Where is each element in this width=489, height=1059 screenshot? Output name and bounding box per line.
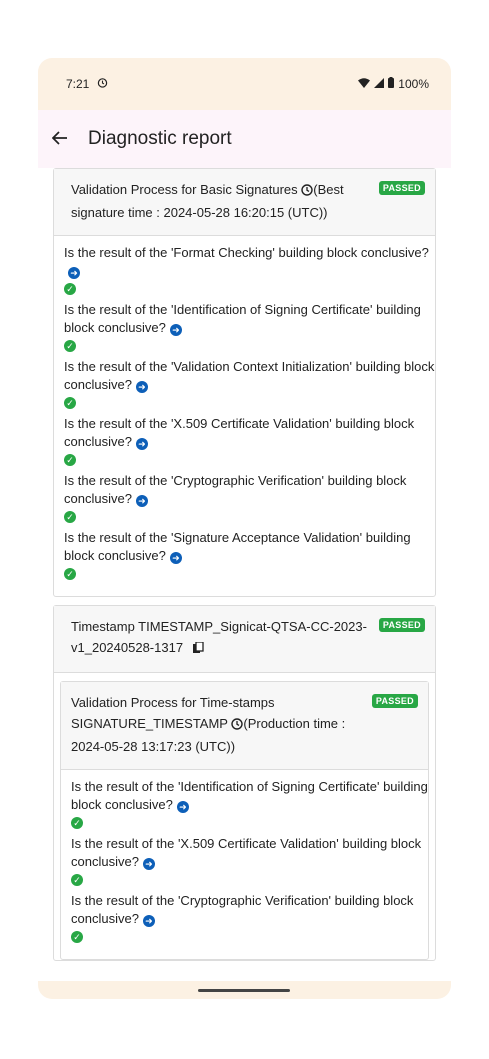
check-question: Is the result of the 'Identification of … bbox=[71, 779, 428, 812]
timestamp-card: Timestamp TIMESTAMP_Signicat-QTSA-CC-202… bbox=[53, 605, 436, 961]
battery-icon bbox=[388, 77, 395, 91]
check-item: Is the result of the 'X.509 Certificate … bbox=[64, 415, 435, 466]
copy-icon[interactable] bbox=[192, 639, 204, 660]
check-question: Is the result of the 'Cryptographic Veri… bbox=[71, 893, 414, 926]
check-circle-icon: ✓ bbox=[71, 874, 83, 886]
arrow-circle-right-icon[interactable]: ➜ bbox=[68, 267, 80, 279]
check-item: Is the result of the 'Signature Acceptan… bbox=[64, 529, 435, 580]
check-question: Is the result of the 'X.509 Certificate … bbox=[64, 416, 415, 449]
check-question: Is the result of the 'Identification of … bbox=[64, 302, 421, 335]
status-badge: PASSED bbox=[378, 181, 425, 195]
clock-icon bbox=[301, 181, 313, 202]
arrow-circle-right-icon[interactable]: ➜ bbox=[135, 438, 148, 450]
check-item: Is the result of the 'Cryptographic Veri… bbox=[64, 472, 435, 523]
basic-signature-checks: Is the result of the 'Format Checking' b… bbox=[54, 236, 435, 596]
timestamp-validation-card: Validation Process for Time-stamps SIGNA… bbox=[60, 681, 429, 960]
arrow-circle-right-icon[interactable]: ➜ bbox=[135, 495, 148, 507]
status-badge: PASSED bbox=[378, 618, 425, 632]
timestamp-title: Timestamp TIMESTAMP_Signicat-QTSA-CC-202… bbox=[71, 616, 423, 660]
check-item: Is the result of the 'Identification of … bbox=[71, 778, 428, 829]
status-badge: PASSED bbox=[371, 694, 418, 708]
check-question: Is the result of the 'Validation Context… bbox=[64, 359, 435, 392]
app-bar: Diagnostic report bbox=[38, 110, 451, 168]
check-circle-icon: ✓ bbox=[64, 454, 76, 466]
arrow-left-icon[interactable] bbox=[51, 128, 88, 151]
timestamp-validation-checks: Is the result of the 'Identification of … bbox=[61, 770, 428, 959]
check-circle-icon: ✓ bbox=[64, 511, 76, 523]
status-bar: 7:21 100% bbox=[38, 58, 451, 110]
basic-signature-card: Validation Process for Basic Signatures … bbox=[53, 168, 436, 597]
arrow-circle-right-icon[interactable]: ➜ bbox=[135, 381, 148, 393]
check-item: Is the result of the 'Cryptographic Veri… bbox=[71, 892, 428, 943]
arrow-circle-right-icon[interactable]: ➜ bbox=[142, 858, 155, 870]
check-item: Is the result of the 'Identification of … bbox=[64, 301, 435, 352]
timestamp-validation-header[interactable]: Validation Process for Time-stamps SIGNA… bbox=[61, 682, 428, 770]
basic-signature-title: Validation Process for Basic Signatures … bbox=[71, 179, 423, 223]
signal-icon bbox=[374, 77, 385, 91]
home-gesture-handle[interactable] bbox=[198, 989, 290, 992]
check-circle-icon: ✓ bbox=[64, 283, 76, 295]
check-item: Is the result of the 'Format Checking' b… bbox=[64, 244, 435, 295]
arrow-circle-right-icon[interactable]: ➜ bbox=[176, 801, 189, 813]
check-circle-icon: ✓ bbox=[64, 340, 76, 352]
navigation-bar bbox=[38, 981, 451, 999]
check-circle-icon: ✓ bbox=[71, 931, 83, 943]
section-title-text: Validation Process for Basic Signatures bbox=[71, 182, 298, 197]
check-item: Is the result of the 'X.509 Certificate … bbox=[71, 835, 428, 886]
timestamp-validation-title: Validation Process for Time-stamps SIGNA… bbox=[71, 692, 416, 757]
check-item: Is the result of the 'Validation Context… bbox=[64, 358, 435, 409]
page-title: Diagnostic report bbox=[88, 128, 232, 149]
basic-signature-header[interactable]: Validation Process for Basic Signatures … bbox=[54, 169, 435, 236]
arrow-circle-right-icon[interactable]: ➜ bbox=[169, 552, 182, 564]
check-question: Is the result of the 'Format Checking' b… bbox=[64, 245, 429, 260]
check-question: Is the result of the 'X.509 Certificate … bbox=[71, 836, 422, 869]
check-circle-icon: ✓ bbox=[64, 568, 76, 580]
report-content[interactable]: Validation Process for Basic Signatures … bbox=[38, 168, 451, 981]
check-circle-icon: ✓ bbox=[71, 817, 83, 829]
check-circle-icon: ✓ bbox=[64, 397, 76, 409]
check-question: Is the result of the 'Cryptographic Veri… bbox=[64, 473, 407, 506]
timestamp-header[interactable]: Timestamp TIMESTAMP_Signicat-QTSA-CC-202… bbox=[54, 606, 435, 673]
battery-level: 100% bbox=[398, 77, 429, 91]
timestamp-title-text: Timestamp TIMESTAMP_Signicat-QTSA-CC-202… bbox=[71, 619, 367, 655]
arrow-circle-right-icon[interactable]: ➜ bbox=[142, 915, 155, 927]
clock-icon bbox=[231, 715, 244, 736]
status-time: 7:21 bbox=[66, 77, 90, 91]
check-question: Is the result of the 'Signature Acceptan… bbox=[64, 530, 411, 563]
wifi-icon bbox=[358, 77, 371, 91]
arrow-circle-right-icon[interactable]: ➜ bbox=[169, 324, 182, 336]
phone-screen: 7:21 100% Diagnostic report Validation P… bbox=[38, 58, 451, 999]
alarm-icon bbox=[97, 77, 108, 91]
